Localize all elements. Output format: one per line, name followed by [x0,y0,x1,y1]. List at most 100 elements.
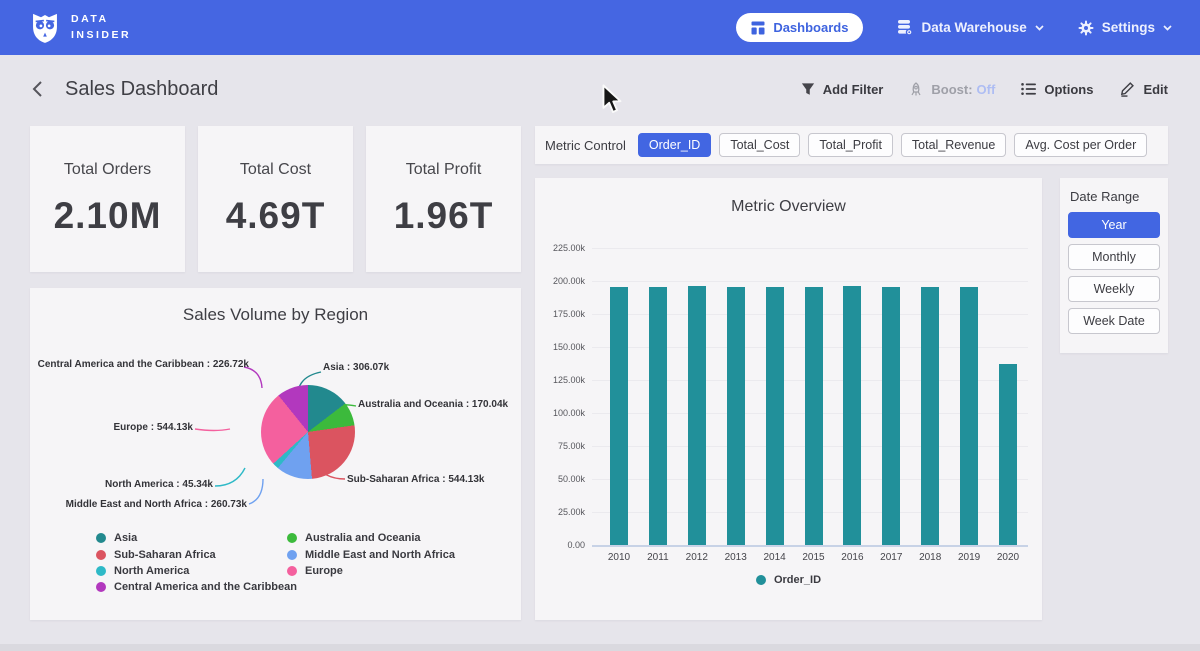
page-title: Sales Dashboard [65,78,218,101]
bar-2011[interactable] [649,287,667,545]
pie-legend-item-middle-east-and-north-africa[interactable]: Middle East and North Africa [287,549,455,561]
legend-label: Europe [305,565,343,577]
date-range-button-year[interactable]: Year [1068,212,1160,238]
bar-2018[interactable] [921,287,939,545]
legend-label: Middle East and North Africa [305,549,455,561]
legend-label: North America [114,565,189,577]
page-header: Sales Dashboard Add Filter Boost: Off [0,55,1200,123]
brand-line-2: INSIDER [71,28,131,43]
pie-label-asia: Asia : 306.07k [323,362,389,373]
legend-dot [287,566,297,576]
data-warehouse-menu[interactable]: Data Warehouse [897,19,1043,36]
date-range-button-group: Year Monthly Weekly Week Date [1068,212,1160,334]
pie-legend-item-europe[interactable]: Europe [287,565,343,577]
add-filter-button[interactable]: Add Filter [801,82,884,97]
chevron-down-icon [1035,25,1044,31]
date-range-button-weekly[interactable]: Weekly [1068,276,1160,302]
bar-2013[interactable] [727,287,745,545]
gear-icon [1078,20,1094,36]
y-axis-tick: 25.00k [535,507,585,517]
x-axis-label: 2019 [949,552,989,563]
metric-button-group: Order_ID Total_Cost Total_Profit Total_Reve… [638,133,1147,157]
bar-chart-card: Metric Overview Order_ID 225.00k200.00k1… [535,178,1042,620]
metric-button-order-id[interactable]: Order_ID [638,133,711,157]
options-label: Options [1044,82,1093,97]
gridline [592,281,1028,282]
pie-label-europe: Europe : 544.13k [114,422,193,433]
legend-dot [96,550,106,560]
brand-logo[interactable]: DATA INSIDER [30,11,131,44]
date-range-button-week-date[interactable]: Week Date [1068,308,1160,334]
kpi-label: Total Cost [240,161,311,179]
pie-label-central-america: Central America and the Caribbean : 226.… [38,359,249,370]
kpi-label: Total Profit [406,161,482,179]
gridline [592,545,1028,547]
kpi-value: 1.96T [394,195,494,237]
kpi-value: 2.10M [54,195,162,237]
y-axis-tick: 150.00k [535,342,585,352]
x-axis-label: 2012 [677,552,717,563]
pie-legend-item-asia[interactable]: Asia [96,532,137,544]
top-navbar: DATA INSIDER Dashboards Data Warehouse [0,0,1200,55]
dashboards-button[interactable]: Dashboards [736,13,863,42]
footer-strip [0,644,1200,651]
x-axis-label: 2020 [988,552,1028,563]
bar-2020[interactable] [999,364,1017,545]
date-range-button-monthly[interactable]: Monthly [1068,244,1160,270]
rocket-icon [909,82,923,97]
boost-toggle[interactable]: Boost: Off [909,82,995,97]
legend-dot [96,566,106,576]
database-icon [897,19,913,36]
pie-label-australia: Australia and Oceania : 170.04k [358,399,508,410]
metric-control-strip: Metric Control Order_ID Total_Cost Total_P… [535,126,1168,164]
kpi-label: Total Orders [64,161,151,179]
x-axis-label: 2010 [599,552,639,563]
pie-chart[interactable] [261,385,355,479]
pie-label-sub-saharan: Sub-Saharan Africa : 544.13k [347,474,484,485]
boost-label: Boost: [931,82,972,97]
x-axis-label: 2014 [755,552,795,563]
metric-button-total-cost[interactable]: Total_Cost [719,133,800,157]
pencil-edit-icon [1119,81,1135,97]
metric-button-total-revenue[interactable]: Total_Revenue [901,133,1006,157]
y-axis-tick: 200.00k [535,276,585,286]
options-button[interactable]: Options [1021,82,1093,97]
bar-2019[interactable] [960,287,978,545]
edit-button[interactable]: Edit [1119,81,1168,97]
bar-2017[interactable] [882,287,900,545]
add-filter-label: Add Filter [823,82,884,97]
owl-logo-icon [30,11,60,44]
y-axis-tick: 0.00 [535,540,585,550]
edit-label: Edit [1143,82,1168,97]
gridline [592,248,1028,249]
pie-label-north-america: North America : 45.34k [105,479,213,490]
bar-2010[interactable] [610,287,628,545]
pie-legend-item-australia-and-oceania[interactable]: Australia and Oceania [287,532,421,544]
settings-menu[interactable]: Settings [1078,20,1172,36]
pie-legend-item-central-america-and-the-caribbean[interactable]: Central America and the Caribbean [96,581,297,593]
bar-legend-dot [756,575,766,585]
bar-legend-label: Order_ID [774,574,821,586]
bar-2014[interactable] [766,287,784,545]
y-axis-tick: 50.00k [535,474,585,484]
x-axis-label: 2015 [794,552,834,563]
pie-legend-item-sub-saharan-africa[interactable]: Sub-Saharan Africa [96,549,216,561]
bar-2012[interactable] [688,286,706,545]
list-options-icon [1021,82,1036,96]
kpi-value: 4.69T [226,195,326,237]
metric-button-total-profit[interactable]: Total_Profit [808,133,893,157]
boost-state: Off [977,82,996,97]
data-warehouse-label: Data Warehouse [921,20,1026,35]
legend-label: Sub-Saharan Africa [114,549,216,561]
kpi-card-total-profit: Total Profit 1.96T [366,126,521,272]
bar-2016[interactable] [843,286,861,545]
metric-button-avg-cost-per-order[interactable]: Avg. Cost per Order [1014,133,1147,157]
back-button[interactable] [32,80,43,98]
bar-2015[interactable] [805,287,823,545]
pie-legend-item-north-america[interactable]: North America [96,565,189,577]
legend-dot [96,582,106,592]
chevron-down-icon [1163,25,1172,31]
legend-label: Australia and Oceania [305,532,421,544]
metric-control-label: Metric Control [545,138,626,153]
chevron-left-icon [32,80,43,98]
